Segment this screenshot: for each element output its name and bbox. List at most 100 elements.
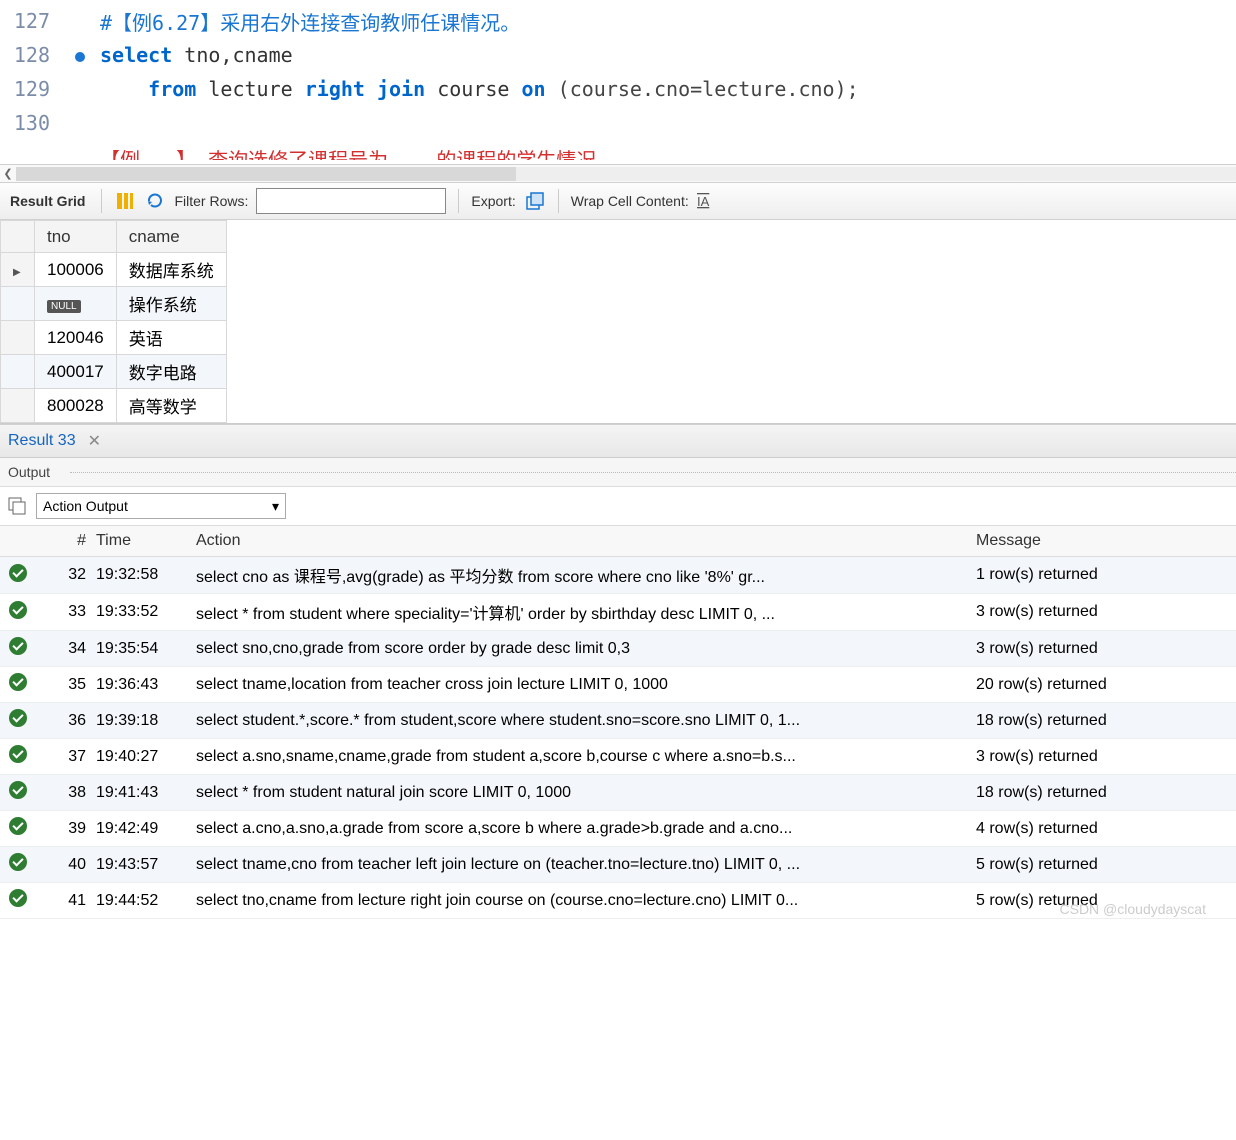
- close-tab-icon[interactable]: ✕: [88, 431, 101, 451]
- scroll-left-arrow[interactable]: ❮: [0, 167, 16, 180]
- log-num: 38: [36, 784, 96, 802]
- log-row[interactable]: 35 19:36:43 select tname,location from t…: [0, 667, 1236, 703]
- output-title: Output: [8, 464, 56, 480]
- success-icon: [9, 853, 27, 871]
- log-time: 19:40:27: [96, 748, 196, 766]
- log-row[interactable]: 34 19:35:54 select sno,cno,grade from sc…: [0, 631, 1236, 667]
- log-message: 3 row(s) returned: [976, 603, 1236, 621]
- column-header-cname[interactable]: cname: [116, 221, 226, 253]
- success-icon: [9, 564, 27, 582]
- log-action: select a.cno,a.sno,a.grade from score a,…: [196, 820, 976, 838]
- code-text[interactable]: from lecture right join course on (cours…: [100, 77, 859, 101]
- log-message: 3 row(s) returned: [976, 748, 1236, 766]
- editor-hscrollbar[interactable]: ❮: [0, 164, 1236, 182]
- svg-text:IA: IA: [697, 194, 710, 209]
- code-text[interactable]: select tno,cname: [100, 43, 293, 67]
- code-line[interactable]: 128 select tno,cname: [0, 38, 1236, 72]
- scroll-thumb[interactable]: [16, 167, 516, 181]
- export-icon[interactable]: [524, 190, 546, 212]
- log-row[interactable]: 36 19:39:18 select student.*,score.* fro…: [0, 703, 1236, 739]
- column-header-tno[interactable]: tno: [35, 221, 117, 253]
- export-label: Export:: [471, 193, 515, 209]
- log-row[interactable]: 40 19:43:57 select tname,cno from teache…: [0, 847, 1236, 883]
- code-line[interactable]: 130: [0, 106, 1236, 140]
- col-time: Time: [96, 532, 196, 550]
- code-line[interactable]: 129 from lecture right join course on (c…: [0, 72, 1236, 106]
- result-grid[interactable]: tno cname 100006 数据库系统 NULL 操作系统 120046 …: [0, 220, 1236, 424]
- scroll-track[interactable]: [16, 167, 1236, 181]
- grid-view-icon[interactable]: [114, 190, 136, 212]
- log-time: 19:32:58: [96, 566, 196, 584]
- log-num: 35: [36, 676, 96, 694]
- log-num: 36: [36, 712, 96, 730]
- line-number: 130: [0, 111, 60, 135]
- success-icon: [9, 601, 27, 619]
- success-icon: [9, 745, 27, 763]
- log-row[interactable]: 41 19:44:52 select tno,cname from lectur…: [0, 883, 1236, 919]
- table-row[interactable]: 100006 数据库系统: [1, 253, 227, 287]
- log-action: select student.*,score.* from student,sc…: [196, 712, 976, 730]
- col-action: Action: [196, 532, 976, 550]
- log-num: 40: [36, 856, 96, 874]
- row-header[interactable]: [1, 287, 35, 321]
- log-action: select a.sno,sname,cname,grade from stud…: [196, 748, 976, 766]
- log-time: 19:35:54: [96, 640, 196, 658]
- cell-tno[interactable]: 120046: [35, 321, 117, 355]
- table-row[interactable]: NULL 操作系统: [1, 287, 227, 321]
- log-row[interactable]: 33 19:33:52 select * from student where …: [0, 594, 1236, 631]
- log-num: 33: [36, 603, 96, 621]
- success-icon: [9, 781, 27, 799]
- separator: [101, 189, 102, 213]
- cell-cname[interactable]: 英语: [116, 321, 226, 355]
- line-number: 127: [0, 9, 60, 33]
- log-time: 19:41:43: [96, 784, 196, 802]
- success-icon: [9, 673, 27, 691]
- table-row[interactable]: 120046 英语: [1, 321, 227, 355]
- log-message: 5 row(s) returned: [976, 856, 1236, 874]
- filter-rows-input[interactable]: [256, 188, 446, 214]
- col-message: Message: [976, 532, 1236, 550]
- row-header[interactable]: [1, 253, 35, 287]
- cell-tno[interactable]: 100006: [35, 253, 117, 287]
- cell-cname[interactable]: 数字电路: [116, 355, 226, 389]
- breakpoint-gutter[interactable]: [60, 43, 100, 67]
- row-header[interactable]: [1, 355, 35, 389]
- log-row[interactable]: 37 19:40:27 select a.sno,sname,cname,gra…: [0, 739, 1236, 775]
- cell-cname[interactable]: 高等数学: [116, 389, 226, 423]
- refresh-icon[interactable]: [144, 190, 166, 212]
- row-header-corner: [1, 221, 35, 253]
- row-header[interactable]: [1, 321, 35, 355]
- success-icon: [9, 709, 27, 727]
- line-number: 129: [0, 77, 60, 101]
- table-row[interactable]: 400017 数字电路: [1, 355, 227, 389]
- cell-tno[interactable]: 800028: [35, 389, 117, 423]
- wrap-cell-icon[interactable]: IA: [697, 190, 719, 212]
- log-time: 19:39:18: [96, 712, 196, 730]
- cell-cname[interactable]: 数据库系统: [116, 253, 226, 287]
- code-text[interactable]: #【例6.27】采用右外连接查询教师任课情况。: [100, 7, 520, 36]
- log-action: select * from student natural join score…: [196, 784, 976, 802]
- row-header[interactable]: [1, 389, 35, 423]
- sql-editor[interactable]: 127 #【例6.27】采用右外连接查询教师任课情况。128 select tn…: [0, 0, 1236, 164]
- breakpoint-icon[interactable]: [75, 52, 85, 62]
- cell-cname[interactable]: 操作系统: [116, 287, 226, 321]
- wrap-label: Wrap Cell Content:: [571, 193, 689, 209]
- log-message: 4 row(s) returned: [976, 820, 1236, 838]
- result-grid-label: Result Grid: [10, 193, 85, 209]
- log-row[interactable]: 38 19:41:43 select * from student natura…: [0, 775, 1236, 811]
- log-time: 19:36:43: [96, 676, 196, 694]
- output-stack-icon[interactable]: [8, 497, 26, 515]
- cell-tno[interactable]: NULL: [35, 287, 117, 321]
- output-toolbar: Action Output ▾: [0, 486, 1236, 526]
- tab-result-33[interactable]: Result 33: [8, 432, 76, 450]
- cell-tno[interactable]: 400017: [35, 355, 117, 389]
- log-message: 18 row(s) returned: [976, 712, 1236, 730]
- table-row[interactable]: 800028 高等数学: [1, 389, 227, 423]
- log-row[interactable]: 32 19:32:58 select cno as 课程号,avg(grade)…: [0, 557, 1236, 594]
- log-action: select tname,cno from teacher left join …: [196, 856, 976, 874]
- output-type-dropdown[interactable]: Action Output ▾: [36, 493, 286, 519]
- log-row[interactable]: 39 19:42:49 select a.cno,a.sno,a.grade f…: [0, 811, 1236, 847]
- success-icon: [9, 637, 27, 655]
- code-line[interactable]: 127 #【例6.27】采用右外连接查询教师任课情况。: [0, 4, 1236, 38]
- line-number: 128: [0, 43, 60, 67]
